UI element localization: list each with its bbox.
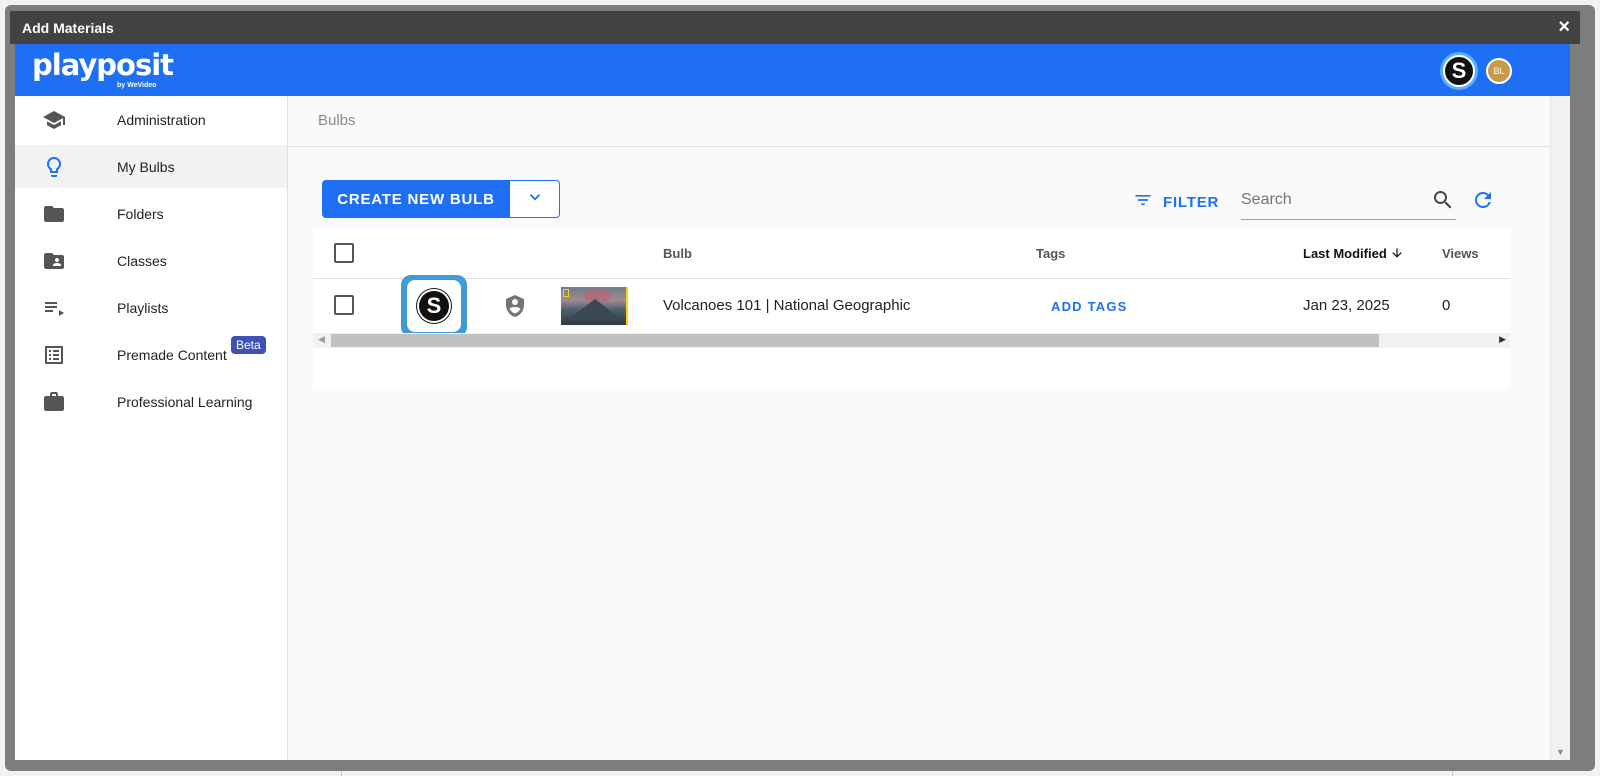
sidebar-item-professional-learning[interactable]: Professional Learning (15, 380, 287, 423)
filter-button[interactable]: FILTER (1133, 190, 1219, 214)
column-header-tags[interactable]: Tags (1036, 246, 1065, 261)
table-header: Bulb Tags Last Modified Views (313, 229, 1510, 279)
playposit-frame: playposit by WeVideo S BL Administration… (15, 44, 1570, 760)
playposit-logo[interactable]: playposit by WeVideo (32, 48, 174, 89)
main-content: Bulbs CREATE NEW BULB FILTER Search Bulb… (288, 96, 1550, 760)
playlist-icon (42, 296, 66, 320)
bulb-thumbnail[interactable] (561, 287, 628, 325)
modal-title: Add Materials (22, 20, 114, 36)
column-header-bulb[interactable]: Bulb (663, 246, 692, 261)
column-header-last-modified[interactable]: Last Modified (1303, 246, 1404, 263)
schoology-button-ring: S (407, 280, 461, 332)
graduation-cap-icon (42, 108, 66, 132)
arrow-down-icon (1390, 246, 1404, 263)
app-header: playposit by WeVideo S BL (15, 44, 1570, 96)
sidebar-item-label: Premade Content (117, 346, 227, 363)
column-header-label: Last Modified (1303, 246, 1387, 261)
bulbs-table: Bulb Tags Last Modified Views S Volcanoe… (313, 229, 1510, 389)
scroll-right-icon[interactable]: ▶ (1499, 334, 1506, 345)
sidebar: Administration My Bulbs Folders Classes … (15, 96, 288, 760)
vertical-scrollbar[interactable]: ▼ (1550, 96, 1570, 760)
sidebar-item-folders[interactable]: Folders (15, 192, 287, 235)
brand-sub: by WeVideo (117, 82, 157, 89)
folder-icon (42, 202, 66, 226)
bulb-title[interactable]: Volcanoes 101 | National Geographic (663, 297, 910, 314)
sidebar-item-my-bulbs[interactable]: My Bulbs (15, 145, 287, 188)
views-value: 0 (1442, 297, 1451, 314)
table-row[interactable]: S Volcanoes 101 | National Geographic AD… (313, 275, 1510, 337)
lightbulb-icon (42, 155, 66, 179)
sidebar-item-label: Administration (117, 111, 206, 128)
header-divider (288, 146, 1550, 147)
shield-user-icon[interactable] (503, 294, 527, 323)
search-input[interactable] (1241, 188, 1421, 212)
modal-close-button[interactable]: × (1558, 16, 1570, 38)
sidebar-item-label: Folders (117, 205, 164, 222)
briefcase-icon (42, 390, 66, 414)
folder-shared-icon (42, 249, 66, 273)
beta-badge: Beta (231, 336, 266, 354)
scroll-left-icon[interactable]: ◀ (318, 334, 325, 345)
schoology-share-button[interactable]: S (401, 275, 467, 337)
list-alt-icon (42, 343, 66, 367)
sidebar-item-label: Playlists (117, 299, 169, 316)
schoology-icon: S (1443, 55, 1475, 87)
natgeo-logo-icon (563, 289, 569, 297)
create-new-bulb-button[interactable]: CREATE NEW BULB (322, 180, 510, 218)
sidebar-item-classes[interactable]: Classes (15, 239, 287, 282)
search-field (1241, 180, 1456, 220)
filter-icon (1133, 190, 1153, 214)
sidebar-item-label: Professional Learning (117, 393, 253, 410)
horizontal-scrollbar[interactable]: ◀ ▶ (313, 333, 1510, 348)
thumbnail-mountain (569, 299, 621, 319)
sidebar-item-label: My Bulbs (117, 158, 175, 175)
column-header-views[interactable]: Views (1442, 246, 1479, 261)
search-icon[interactable] (1431, 188, 1455, 217)
user-avatar[interactable]: BL (1486, 58, 1512, 84)
schoology-icon: S (417, 289, 451, 323)
filter-label: FILTER (1163, 193, 1220, 211)
last-modified-value: Jan 23, 2025 (1303, 297, 1390, 314)
thumbnail-border (626, 287, 628, 325)
row-checkbox[interactable] (334, 295, 354, 315)
add-tags-button[interactable]: ADD TAGS (1051, 299, 1128, 314)
sidebar-item-playlists[interactable]: Playlists (15, 286, 287, 329)
sidebar-item-administration[interactable]: Administration (15, 98, 287, 141)
sidebar-item-premade-content[interactable]: Premade Content Beta (15, 333, 287, 376)
chevron-down-icon (526, 188, 544, 211)
breadcrumb[interactable]: Bulbs (318, 112, 356, 129)
create-options-dropdown[interactable] (509, 180, 560, 218)
sidebar-item-label: Classes (117, 252, 167, 269)
select-all-checkbox[interactable] (334, 243, 354, 263)
refresh-icon[interactable] (1471, 188, 1495, 217)
brand-name: playposit (32, 48, 174, 82)
scrollbar-thumb[interactable] (331, 334, 1379, 347)
modal-titlebar: Add Materials × (10, 11, 1580, 44)
schoology-header-button[interactable]: S (1440, 52, 1478, 90)
scroll-down-icon[interactable]: ▼ (1556, 747, 1565, 757)
